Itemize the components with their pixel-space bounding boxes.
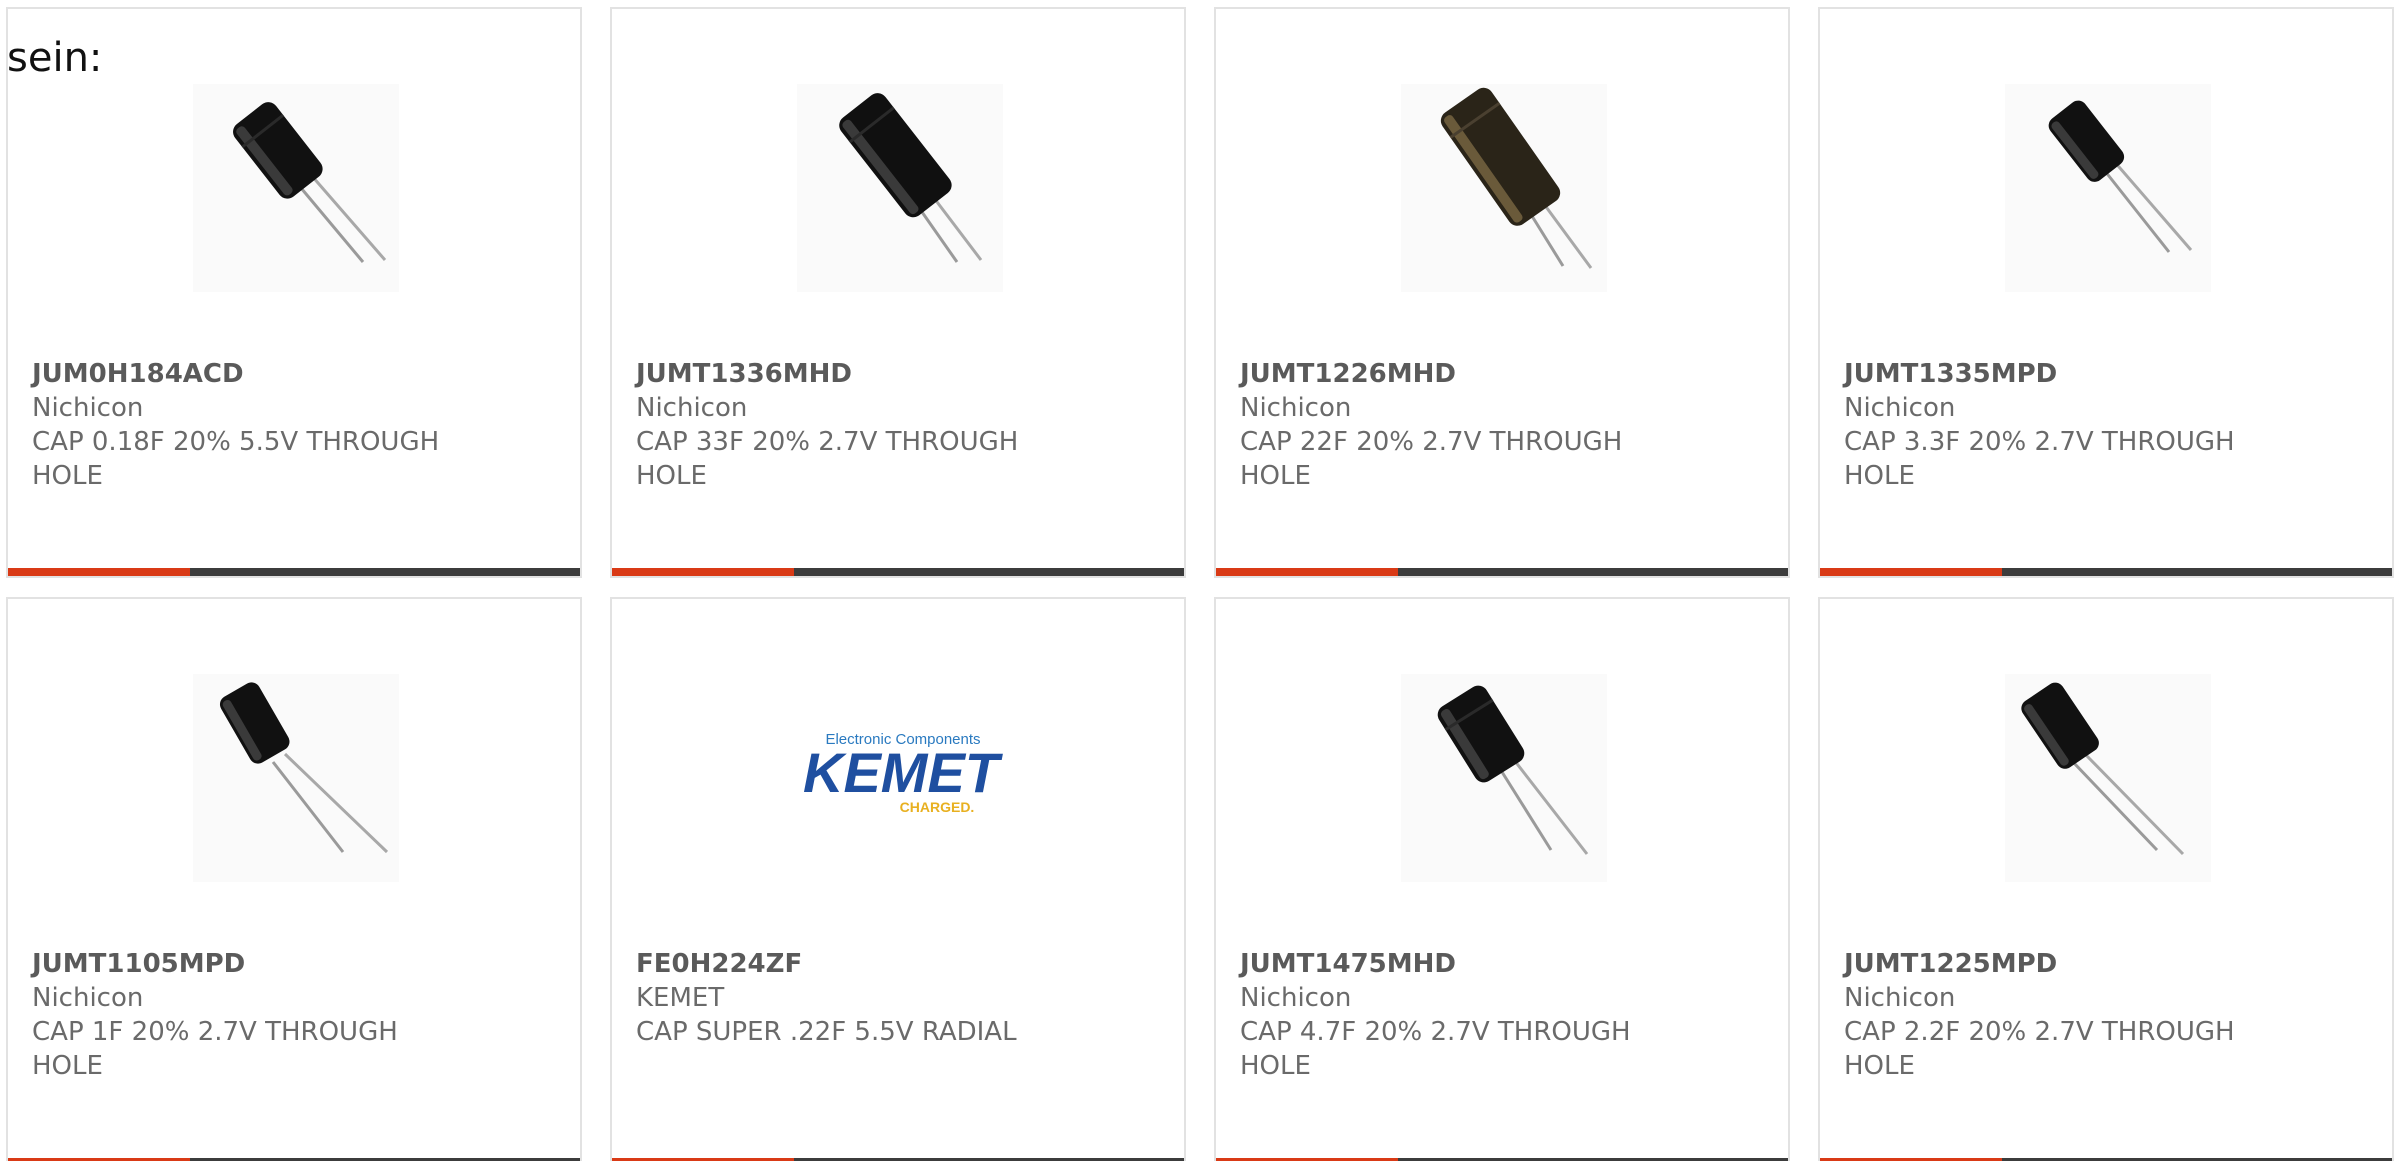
product-card[interactable]: JUM0H184ACD Nichicon CAP 0.18F 20% 5.5V … [6,7,582,578]
product-info: JUM0H184ACD Nichicon CAP 0.18F 20% 5.5V … [32,357,552,493]
product-info: JUMT1475MHD Nichicon CAP 4.7F 20% 2.7V T… [1240,947,1760,1083]
capacitor-icon[interactable] [797,84,1003,292]
capacitor-icon[interactable] [2005,84,2211,292]
product-card[interactable]: JUMT1475MHD Nichicon CAP 4.7F 20% 2.7V T… [1214,597,1790,1161]
card-accent-bar [1216,568,1398,576]
product-card[interactable]: JUMT1336MHD Nichicon CAP 33F 20% 2.7V TH… [610,7,1186,578]
part-number[interactable]: JUMT1335MPD [1844,357,2364,391]
kemet-wordmark: KEMET [803,741,1003,804]
part-number[interactable]: JUM0H184ACD [32,357,552,391]
card-footer-bar [1216,568,1788,576]
product-description: CAP 3.3F 20% 2.7V THROUGH HOLE [1844,427,2235,491]
product-card[interactable]: JUMT1335MPD Nichicon CAP 3.3F 20% 2.7V T… [1818,7,2394,578]
product-info: JUMT1226MHD Nichicon CAP 22F 20% 2.7V TH… [1240,357,1760,493]
card-accent-bar [8,568,190,576]
part-number[interactable]: JUMT1475MHD [1240,947,1760,981]
card-footer-bar [612,568,1184,576]
kemet-subline: CHARGED. [900,799,975,815]
manufacturer: Nichicon [1240,983,1352,1013]
manufacturer: Nichicon [636,393,748,423]
part-number[interactable]: JUMT1336MHD [636,357,1156,391]
intro-text: sein: [7,35,103,81]
product-description: CAP 1F 20% 2.7V THROUGH HOLE [32,1017,398,1081]
product-description: CAP 4.7F 20% 2.7V THROUGH HOLE [1240,1017,1631,1081]
card-accent-bar [1820,568,2002,576]
capacitor-icon[interactable] [1401,84,1607,292]
product-description: CAP 0.18F 20% 5.5V THROUGH HOLE [32,427,440,491]
part-number[interactable]: JUMT1105MPD [32,947,552,981]
product-info: JUMT1335MPD Nichicon CAP 3.3F 20% 2.7V T… [1844,357,2364,493]
product-description: CAP 2.2F 20% 2.7V THROUGH HOLE [1844,1017,2235,1081]
manufacturer: Nichicon [32,983,144,1013]
product-info: JUMT1105MPD Nichicon CAP 1F 20% 2.7V THR… [32,947,552,1083]
product-card[interactable]: JUMT1105MPD Nichicon CAP 1F 20% 2.7V THR… [6,597,582,1161]
manufacturer: KEMET [636,983,725,1013]
manufacturer: Nichicon [32,393,144,423]
card-accent-bar [612,568,794,576]
product-info: FE0H224ZF KEMET CAP SUPER .22F 5.5V RADI… [636,947,1156,1049]
capacitor-icon[interactable] [1401,674,1607,882]
manufacturer: Nichicon [1240,393,1352,423]
product-description: CAP 33F 20% 2.7V THROUGH HOLE [636,427,1019,491]
product-card[interactable]: JUMT1226MHD Nichicon CAP 22F 20% 2.7V TH… [1214,7,1790,578]
part-number[interactable]: JUMT1225MPD [1844,947,2364,981]
capacitor-icon[interactable] [193,84,399,292]
product-description: CAP 22F 20% 2.7V THROUGH HOLE [1240,427,1623,491]
manufacturer: Nichicon [1844,983,1956,1013]
capacitor-icon[interactable] [2005,674,2211,882]
card-footer-bar [1820,568,2392,576]
capacitor-icon[interactable] [193,674,399,882]
product-info: JUMT1336MHD Nichicon CAP 33F 20% 2.7V TH… [636,357,1156,493]
part-number[interactable]: FE0H224ZF [636,947,1156,981]
product-card[interactable]: Electronic Components KEMET CHARGED. FE0… [610,597,1186,1161]
product-grid: JUM0H184ACD Nichicon CAP 0.18F 20% 5.5V … [0,0,2400,1161]
product-info: JUMT1225MPD Nichicon CAP 2.2F 20% 2.7V T… [1844,947,2364,1083]
manufacturer: Nichicon [1844,393,1956,423]
card-footer-bar [8,568,580,576]
part-number[interactable]: JUMT1226MHD [1240,357,1760,391]
product-description: CAP SUPER .22F 5.5V RADIAL [636,1017,1017,1047]
product-card[interactable]: JUMT1225MPD Nichicon CAP 2.2F 20% 2.7V T… [1818,597,2394,1161]
kemet-logo[interactable]: Electronic Components KEMET CHARGED. [797,674,1003,882]
